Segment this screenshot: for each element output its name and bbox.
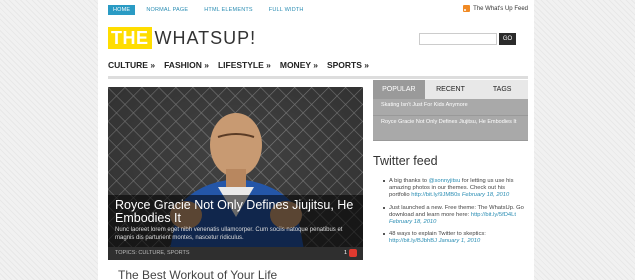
main-nav-culture[interactable]: CULTURE » — [108, 60, 155, 70]
top-nav-home[interactable]: HOME — [108, 5, 136, 15]
comment-count[interactable]: 1 — [344, 250, 347, 256]
popular-item[interactable]: Royce Gracie Not Only Defines Jiujitsu, … — [373, 116, 528, 141]
featured-title[interactable]: Royce Gracie Not Only Defines Jiujitsu, … — [115, 199, 360, 225]
site-logo[interactable]: THE WHATSUP! — [108, 27, 256, 49]
tweet-link[interactable]: http://bit.ly/9JMB0s — [411, 192, 460, 198]
tweet-date[interactable]: February 18, 2010 — [389, 219, 436, 225]
search-input[interactable] — [419, 33, 497, 45]
tweet: Just launched a new. Free theme: The Wha… — [381, 205, 526, 227]
tweet-date[interactable]: January 1, 2010 — [439, 238, 481, 244]
top-nav-html-elements[interactable]: HTML ELEMENTS — [199, 5, 258, 15]
tweet-text: 48 ways to explain Twitter to skeptics: — [389, 231, 486, 238]
featured-topics-bar: TOPICS: CULTURE, SPORTS 1 — [108, 247, 363, 260]
next-article-title[interactable]: The Best Workout of Your Life — [118, 268, 277, 280]
tweet-handle-link[interactable]: @sonnyjitsu — [429, 178, 461, 184]
page: HOME NORMAL PAGE HTML ELEMENTS FULL WIDT… — [98, 0, 534, 280]
featured-article[interactable]: Royce Gracie Not Only Defines Jiujitsu, … — [108, 87, 363, 260]
main-nav-lifestyle[interactable]: LIFESTYLE » — [218, 60, 271, 70]
main-nav-money[interactable]: MONEY » — [280, 60, 318, 70]
twitter-feed-title: Twitter feed — [373, 154, 438, 168]
tab-tags[interactable]: TAGS — [476, 80, 528, 99]
popular-item[interactable]: Skating Isn't Just For Kids Anymore — [373, 99, 528, 116]
tweet-date[interactable]: February 18, 2010 — [462, 192, 509, 198]
rss-icon — [463, 5, 471, 12]
rss-feed-link[interactable]: The What's Up Feed — [463, 5, 528, 12]
main-nav: CULTURE » FASHION » LIFESTYLE » MONEY » … — [108, 60, 378, 70]
tab-popular[interactable]: POPULAR — [373, 80, 425, 99]
main-nav-sports[interactable]: SPORTS » — [327, 60, 369, 70]
sidebar-tabs: POPULAR RECENT TAGS — [373, 80, 528, 99]
tweet-link[interactable]: http://bit.ly/5fD4Lt — [471, 212, 516, 218]
popular-list: Skating Isn't Just For Kids Anymore Royc… — [373, 99, 528, 141]
rss-feed-label: The What's Up Feed — [473, 5, 528, 12]
featured-topics: TOPICS: CULTURE, SPORTS — [115, 250, 190, 256]
search-form: GO — [419, 33, 516, 45]
top-nav-full-width[interactable]: FULL WIDTH — [264, 5, 309, 15]
main-nav-fashion[interactable]: FASHION » — [164, 60, 209, 70]
logo-the: THE — [108, 27, 152, 49]
twitter-feed: A big thanks to @sonnyjitsu for letting … — [381, 178, 526, 251]
featured-excerpt: Nunc laoreet lorem eget nibh venenatis u… — [115, 227, 343, 241]
tweet-link[interactable]: http://bit.ly/BJbhBJ — [389, 238, 437, 244]
featured-caption: Royce Gracie Not Only Defines Jiujitsu, … — [108, 195, 363, 247]
search-go-button[interactable]: GO — [499, 33, 516, 45]
tweet: A big thanks to @sonnyjitsu for letting … — [381, 178, 526, 200]
top-nav: HOME NORMAL PAGE HTML ELEMENTS FULL WIDT… — [108, 5, 315, 15]
tweet: 48 ways to explain Twitter to skeptics: … — [381, 231, 526, 245]
nav-divider — [108, 76, 528, 79]
tab-recent[interactable]: RECENT — [425, 80, 477, 99]
tweet-text: A big thanks to — [389, 178, 429, 184]
top-nav-normal-page[interactable]: NORMAL PAGE — [141, 5, 193, 15]
logo-whatsup: WHATSUP! — [154, 27, 257, 48]
comment-bubble-icon[interactable] — [349, 249, 357, 257]
